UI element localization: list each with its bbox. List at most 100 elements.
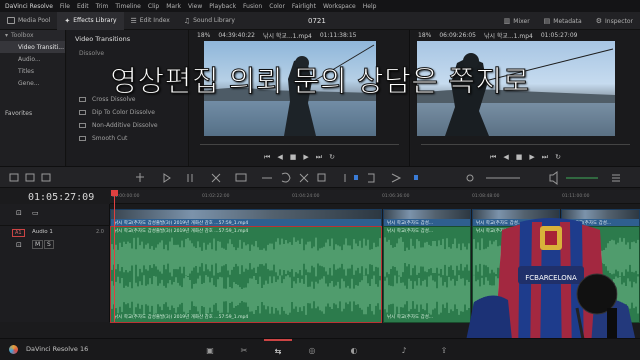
inspector-icon: ⚙ xyxy=(595,17,602,25)
audio-clip[interactable]: 낚시 학교(추자도 갑성... 낚시 학교(추자도 갑성... xyxy=(383,226,471,323)
menu-timeline[interactable]: Timeline xyxy=(115,3,141,10)
ruler-mark: 01:11:00:00 xyxy=(562,194,590,199)
source-clip-name[interactable]: 낚시 학교...1.mp4 xyxy=(263,31,312,40)
audio-track-header: A1 Audio 1 2.0 ⊡ M S xyxy=(0,226,110,322)
favorites-header[interactable]: Favorites xyxy=(0,107,65,119)
list-icon: ☰ xyxy=(130,16,137,25)
skip-back-icon[interactable]: ⏮ xyxy=(490,153,496,162)
skip-back-icon[interactable]: ⏮ xyxy=(264,153,270,162)
tab-fairlight[interactable]: ♪ xyxy=(390,339,418,360)
menu-mark[interactable]: Mark xyxy=(166,3,181,10)
source-frame[interactable] xyxy=(204,41,376,136)
effects-list: Video Transitions Dissolve Cross Dissolv… xyxy=(67,30,189,166)
menu-fusion[interactable]: Fusion xyxy=(243,3,262,10)
timeline-timecode[interactable]: 01:05:27:09 xyxy=(28,192,94,203)
toolbox-header[interactable]: ▾ Toolbox xyxy=(0,30,65,41)
sidebar-item-audio[interactable]: Audio... xyxy=(0,53,65,65)
fishing-scene xyxy=(204,44,376,136)
sound-library-label: Sound Library xyxy=(193,17,235,24)
inspector-button[interactable]: ⚙ Inspector xyxy=(589,12,640,30)
sound-library-button[interactable]: ♫ Sound Library xyxy=(177,12,242,30)
menu-edit[interactable]: Edit xyxy=(77,3,89,10)
menu-view[interactable]: View xyxy=(188,3,202,10)
effects-icon: ✦ xyxy=(64,16,71,25)
mixer-button[interactable]: ▥ Mixer xyxy=(497,12,537,30)
effect-item[interactable]: Cross Dissolve xyxy=(67,93,188,106)
zoom-level[interactable]: 18% xyxy=(418,32,431,39)
tab-color[interactable]: ◐ xyxy=(340,339,368,360)
timeline-viewer-timecode[interactable]: 06:09:26:05 xyxy=(439,32,476,39)
skip-forward-icon[interactable]: ⏭ xyxy=(316,153,322,162)
lock-icon[interactable]: ⊡ xyxy=(16,241,22,249)
ruler-mark: 01:06:36:00 xyxy=(382,194,410,199)
video-toggle-icon[interactable]: ▭ xyxy=(32,209,39,217)
audio-track-label[interactable]: Audio 1 xyxy=(32,229,53,235)
edit-index-button[interactable]: ☰ Edit Index xyxy=(124,12,177,30)
effect-label: Cross Dissolve xyxy=(92,96,136,103)
toolbox-panel: ▾ Toolbox Video Transiti... Audio... Tit… xyxy=(0,30,66,166)
playhead[interactable] xyxy=(114,190,115,322)
metadata-label: Metadata xyxy=(553,17,582,25)
effect-item[interactable]: Dip To Color Dissolve xyxy=(67,106,188,119)
sidebar-item-video-transitions[interactable]: Video Transiti... xyxy=(0,41,65,53)
stop-icon[interactable]: ■ xyxy=(516,153,523,161)
app-menu[interactable]: DaVinci Resolve xyxy=(5,3,53,10)
audio-track-id: A1 xyxy=(12,229,25,237)
timeline-viewer-clip-name[interactable]: 낚시 학교...1.mp4 xyxy=(484,31,533,40)
effect-item[interactable]: Smooth Cut xyxy=(67,132,188,145)
play-icon[interactable]: ▶ xyxy=(303,153,308,161)
zoom-level[interactable]: 18% xyxy=(197,32,210,39)
media-pool-button[interactable]: Media Pool xyxy=(0,12,57,30)
video-track-header: ⊡ ▭ xyxy=(0,204,110,226)
menu-playback[interactable]: Playback xyxy=(209,3,236,10)
timeline-frame[interactable] xyxy=(417,41,615,136)
tab-media[interactable]: ▣ xyxy=(196,339,224,360)
menu-file[interactable]: File xyxy=(60,3,70,10)
audio-clip[interactable]: 낚시 학교(추자도 갑성출발(3)) 2019년 개화산 감호 ...57:59… xyxy=(110,226,382,323)
clip-thumbnail xyxy=(384,210,470,219)
skip-forward-icon[interactable]: ⏭ xyxy=(542,153,548,162)
source-timecode[interactable]: 04:39:40:22 xyxy=(218,32,255,39)
mute-button[interactable]: M xyxy=(32,240,44,249)
playhead-marker[interactable] xyxy=(111,190,118,196)
solo-button[interactable]: S xyxy=(44,240,54,249)
stop-icon[interactable]: ■ xyxy=(290,153,297,161)
clip-thumbnail xyxy=(111,210,381,219)
ruler-mark: 01:08:48:00 xyxy=(472,194,500,199)
ruler-mark: 01:02:22:00 xyxy=(202,194,230,199)
menu-clip[interactable]: Clip xyxy=(148,3,159,10)
play-icon[interactable]: ▶ xyxy=(529,153,534,161)
loop-icon[interactable]: ↻ xyxy=(329,153,335,161)
reverse-icon[interactable]: ◀ xyxy=(277,153,282,161)
sidebar-item-titles[interactable]: Titles xyxy=(0,65,65,77)
menu-fairlight[interactable]: Fairlight xyxy=(292,3,316,10)
timeline-scrubber[interactable] xyxy=(411,140,640,148)
tab-edit[interactable]: ⇆ xyxy=(264,339,292,360)
menu-workspace[interactable]: Workspace xyxy=(323,3,356,10)
effect-label: Dip To Color Dissolve xyxy=(92,109,155,116)
reverse-icon[interactable]: ◀ xyxy=(503,153,508,161)
source-scrubber[interactable] xyxy=(190,140,409,148)
loop-icon[interactable]: ↻ xyxy=(555,153,561,161)
effect-item[interactable]: Non-Additive Dissolve xyxy=(67,119,188,132)
tab-fusion[interactable]: ◎ xyxy=(298,339,326,360)
menu-trim[interactable]: Trim xyxy=(96,3,109,10)
sidebar-item-generators[interactable]: Gene... xyxy=(0,77,65,89)
track-headers: ⊡ ▭ A1 Audio 1 2.0 ⊡ M S xyxy=(0,204,110,322)
metadata-button[interactable]: ▤ Metadata xyxy=(537,12,589,30)
source-transport: ⏮ ◀ ■ ▶ ⏭ ↻ xyxy=(190,150,409,164)
video-clip[interactable]: 낚시 학교(추자도 갑성... xyxy=(383,209,471,227)
transition-icon xyxy=(79,136,86,141)
effects-library-button[interactable]: ✦ Effects Library xyxy=(57,11,124,30)
edit-toolbar xyxy=(0,166,640,188)
effect-label: Non-Additive Dissolve xyxy=(92,122,158,129)
page-navigation-bar: DaVinci Resolve 16 ▣ ✂ ⇆ ◎ ◐ ♪ ⇪ xyxy=(0,338,640,360)
tab-deliver[interactable]: ⇪ xyxy=(430,339,458,360)
menu-color[interactable]: Color xyxy=(269,3,285,10)
video-clip[interactable]: 낚시 학교(추자도 갑성출발(3)) 2019년 개화산 감호 ...57:59… xyxy=(110,209,382,227)
menu-help[interactable]: Help xyxy=(363,3,377,10)
timeline-ruler[interactable]: 01:00:00:00 01:02:22:00 01:04:24:00 01:0… xyxy=(110,190,640,204)
clip-label: 낚시 학교(추자도 갑성출발(3)) 2019년 개화산 감호 ...57:59… xyxy=(114,229,249,234)
tab-cut[interactable]: ✂ xyxy=(230,339,258,360)
lock-icon[interactable]: ⊡ xyxy=(16,209,22,217)
